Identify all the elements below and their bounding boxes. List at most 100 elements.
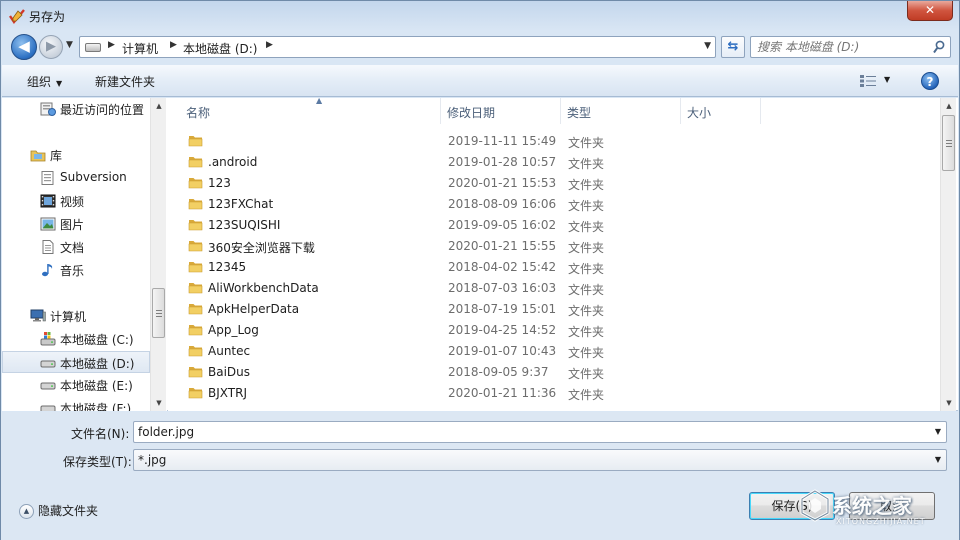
table-row[interactable]: 2019-11-11 15:49 文件夹 [168, 131, 940, 152]
address-bar[interactable]: ▶ 计算机 ▶ 本地磁盘 (D:) ▶ ▼ [79, 36, 716, 58]
address-dropdown-icon[interactable]: ▼ [704, 41, 711, 51]
table-row[interactable]: ApkHelperData 2018-07-19 15:01 文件夹 [168, 299, 940, 320]
filetype-label: 保存类型(T): [63, 455, 132, 469]
sidebar-item-documents[interactable]: 文档 [2, 236, 150, 258]
navigation-pane: 最近访问的位置 库 Subversion 视频 图片 文档 音乐 计算机 本地磁… [2, 98, 167, 411]
sidebar-item-subversion[interactable]: Subversion [2, 167, 150, 189]
table-row[interactable]: AliWorkbenchData 2018-07-03 16:03 文件夹 [168, 278, 940, 299]
history-dropdown-icon[interactable]: ▼ [66, 40, 73, 50]
column-header-date[interactable]: 修改日期 [441, 98, 561, 124]
search-icon[interactable] [933, 40, 945, 54]
video-icon [40, 194, 56, 208]
table-row[interactable]: BJXTRJ 2020-01-21 11:36 文件夹 [168, 383, 940, 404]
file-date: 2019-01-28 10:57 [448, 155, 557, 169]
filetype-dropdown-icon[interactable]: ▼ [935, 455, 941, 464]
file-name: 360安全浏览器下载 [208, 241, 315, 255]
table-row[interactable]: 123 2020-01-21 15:53 文件夹 [168, 173, 940, 194]
table-row[interactable]: .android 2019-01-28 10:57 文件夹 [168, 152, 940, 173]
view-options-icon[interactable] [860, 75, 876, 87]
breadcrumb-separator-icon[interactable]: ▶ [266, 40, 273, 50]
scroll-up-icon[interactable]: ▲ [151, 98, 167, 114]
breadcrumb-drive-d[interactable]: 本地磁盘 (D:) [183, 40, 257, 57]
folder-icon [188, 344, 203, 357]
sidebar-scroll-thumb[interactable] [152, 288, 165, 338]
sidebar-item-label: 本地磁盘 (E:) [60, 379, 133, 393]
window-title: 另存为 [29, 10, 66, 24]
column-header-size[interactable]: 大小 [681, 98, 761, 124]
column-header-name[interactable]: 名称 ▲ [180, 98, 441, 124]
view-dropdown-icon[interactable]: ▼ [884, 75, 890, 84]
folder-icon [188, 386, 203, 399]
column-header-type[interactable]: 类型 [561, 98, 681, 124]
title-bar: 另存为 ✕ [1, 1, 959, 31]
folder-icon [188, 134, 203, 147]
file-list-scrollbar[interactable]: ▲ ▼ [940, 98, 956, 411]
sidebar-item-drive-f[interactable]: 本地磁盘 (F:) [2, 397, 150, 411]
filetype-value: *.jpg [138, 453, 167, 467]
table-row[interactable]: Auntec 2019-01-07 10:43 文件夹 [168, 341, 940, 362]
app-pencil-icon [9, 9, 25, 24]
file-date: 2019-04-25 14:52 [448, 323, 557, 337]
breadcrumb-separator-icon[interactable]: ▶ [170, 40, 177, 50]
hide-folders-label: 隐藏文件夹 [38, 504, 99, 518]
sidebar-item-drive-e[interactable]: 本地磁盘 (E:) [2, 374, 150, 396]
scroll-down-icon[interactable]: ▼ [151, 395, 167, 411]
drive-icon [40, 382, 56, 390]
sidebar-item-label: 库 [50, 149, 63, 163]
breadcrumb-computer[interactable]: 计算机 [122, 40, 158, 57]
file-type: 文件夹 [568, 304, 605, 318]
file-date: 2018-09-05 9:37 [448, 365, 549, 379]
file-date: 2018-07-03 16:03 [448, 281, 557, 295]
search-box[interactable] [750, 36, 951, 58]
sidebar-item-computer[interactable]: 计算机 [2, 305, 150, 327]
sidebar-item-label: 视频 [60, 195, 85, 209]
hide-folders-toggle[interactable]: ▲ 隐藏文件夹 [19, 502, 98, 519]
folder-icon [188, 197, 203, 210]
scroll-up-icon[interactable]: ▲ [941, 98, 957, 114]
file-name: Auntec [208, 344, 251, 358]
watermark-text: 系统之家 [832, 494, 912, 518]
file-date: 2020-01-21 15:53 [448, 176, 557, 190]
sidebar-item-label: 音乐 [60, 264, 85, 278]
filetype-select[interactable]: *.jpg ▼ [133, 449, 947, 471]
table-row[interactable]: 360安全浏览器下载 2020-01-21 15:55 文件夹 [168, 236, 940, 257]
drive-icon [40, 360, 56, 368]
table-row[interactable]: 12345 2018-04-02 15:42 文件夹 [168, 257, 940, 278]
table-row[interactable]: BaiDus 2018-09-05 9:37 文件夹 [168, 362, 940, 383]
file-date: 2018-08-09 16:06 [448, 197, 557, 211]
filename-combobox[interactable]: ▼ [133, 421, 947, 443]
new-folder-button[interactable]: 新建文件夹 [95, 73, 155, 90]
organize-menu[interactable]: 组织 ▼ [27, 73, 62, 90]
forward-button[interactable]: ▶ [39, 35, 63, 59]
music-icon [42, 264, 53, 277]
close-button[interactable]: ✕ [907, 1, 953, 21]
table-row[interactable]: 123FXChat 2018-08-09 16:06 文件夹 [168, 194, 940, 215]
filename-input[interactable] [138, 424, 918, 440]
sidebar-item-pictures[interactable]: 图片 [2, 213, 150, 235]
search-input[interactable] [757, 39, 927, 55]
sidebar-item-libraries[interactable]: 库 [2, 144, 150, 166]
sidebar-item-recent-places[interactable]: 最近访问的位置 [2, 98, 150, 120]
folder-icon [188, 260, 203, 273]
back-button[interactable]: ◀ [11, 34, 37, 60]
file-type: 文件夹 [568, 367, 605, 381]
help-icon[interactable]: ? [921, 72, 939, 90]
chevron-down-icon: ▼ [56, 79, 63, 88]
sidebar-item-videos[interactable]: 视频 [2, 190, 150, 212]
table-row[interactable]: 123SUQISHI 2019-09-05 16:02 文件夹 [168, 215, 940, 236]
scroll-down-icon[interactable]: ▼ [941, 395, 957, 411]
sidebar-item-music[interactable]: 音乐 [2, 259, 150, 281]
refresh-button[interactable]: ⇆ [721, 36, 745, 58]
refresh-icon: ⇆ [727, 39, 739, 54]
sidebar-item-drive-c[interactable]: 本地磁盘 (C:) [2, 328, 150, 350]
folder-icon [188, 302, 203, 315]
sidebar-item-drive-d[interactable]: 本地磁盘 (D:) [2, 351, 150, 373]
file-list-scroll-thumb[interactable] [942, 115, 955, 171]
sidebar-scrollbar[interactable]: ▲ ▼ [150, 98, 166, 411]
filename-dropdown-icon[interactable]: ▼ [935, 427, 941, 436]
file-name: 123 [208, 176, 231, 190]
breadcrumb-separator-icon[interactable]: ▶ [108, 40, 115, 50]
table-row[interactable]: App_Log 2019-04-25 14:52 文件夹 [168, 320, 940, 341]
recent-places-icon [40, 102, 56, 116]
file-type: 文件夹 [568, 199, 605, 213]
